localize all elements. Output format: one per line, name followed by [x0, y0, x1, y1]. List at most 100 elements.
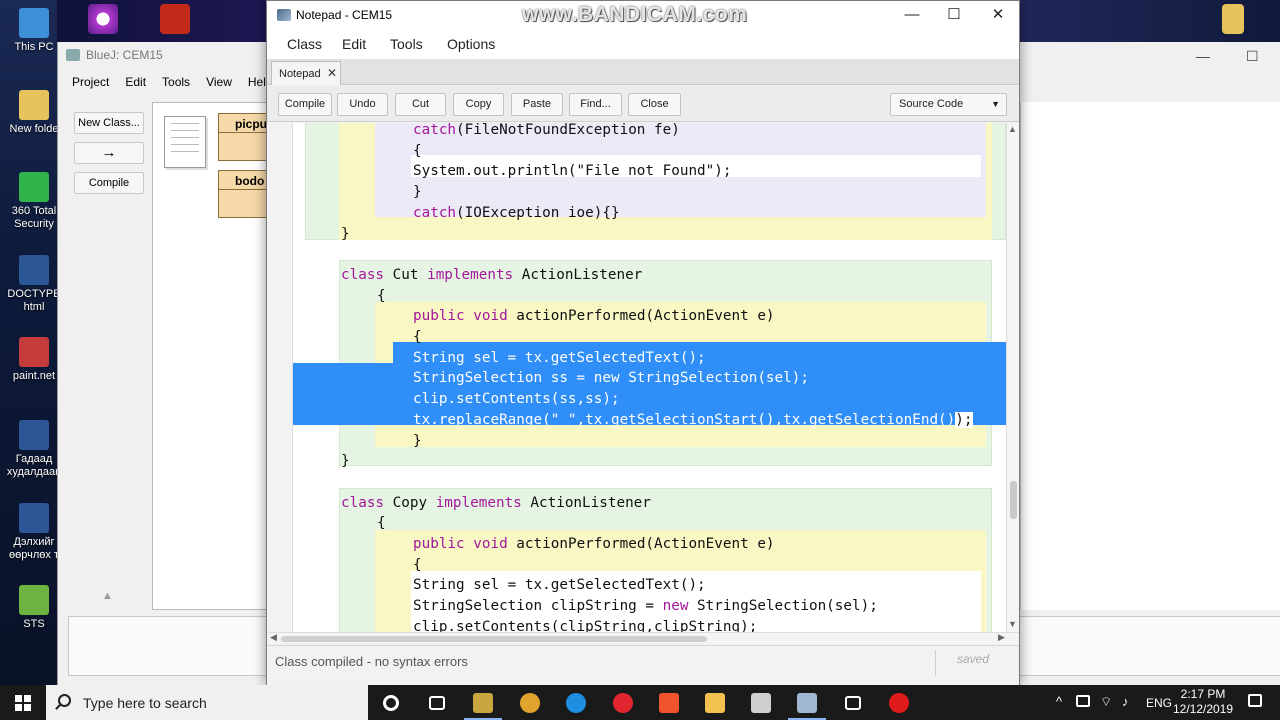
taskbar-app[interactable] [414, 685, 460, 720]
editor-toolbar: Compile Undo Cut Copy Paste Find... Clos… [267, 86, 1019, 122]
code-line[interactable]: public void actionPerformed(ActionEvent … [413, 306, 775, 326]
taskbar-app[interactable] [692, 685, 738, 720]
bluej-logo-icon [66, 49, 80, 61]
battery-icon[interactable] [1076, 695, 1090, 707]
computer-icon [19, 8, 49, 38]
tray-chevron-icon[interactable]: ^ [1056, 694, 1062, 720]
code-line[interactable]: String sel = tx.getSelectedText(); [413, 575, 706, 595]
code-line[interactable]: { [413, 327, 422, 347]
scrollbar-thumb[interactable] [1010, 481, 1017, 519]
code-token: actionPerformed(ActionEvent e) [507, 308, 775, 325]
taskbar-app[interactable] [553, 685, 599, 720]
code-editor[interactable]: catch(FileNotFoundException fe){System.o… [269, 123, 1019, 632]
taskbar-search[interactable]: Type here to search [46, 685, 368, 720]
code-line[interactable]: catch(FileNotFoundException fe) [413, 123, 680, 140]
desktop-app-icon[interactable] [88, 4, 118, 34]
start-button[interactable] [0, 685, 46, 720]
volume-icon[interactable]: ♪ [1122, 694, 1129, 720]
code-token: } [341, 453, 350, 470]
code-line[interactable]: } [413, 431, 422, 451]
taskbar-app[interactable] [830, 685, 876, 720]
code-line[interactable]: { [377, 513, 386, 533]
cut-button[interactable]: Cut [395, 93, 446, 116]
tab-close-icon[interactable]: ✕ [327, 66, 337, 80]
taskbar-app[interactable] [368, 685, 414, 720]
code-line[interactable]: { [413, 555, 422, 575]
network-icon[interactable]: ⌔ [1100, 694, 1112, 720]
view-select[interactable]: Source Code ▼ [890, 93, 1007, 116]
code-token: { [377, 287, 386, 304]
taskbar-app[interactable] [600, 685, 646, 720]
horizontal-scrollbar[interactable]: ◀ ▶ [269, 632, 1019, 644]
new-class-button[interactable]: New Class... [74, 112, 144, 134]
taskbar-app[interactable] [507, 685, 553, 720]
shield-plus-icon [19, 172, 49, 202]
bluej-menu-view[interactable]: View [206, 75, 232, 89]
scroll-left-icon[interactable]: ◀ [270, 632, 277, 643]
taskbar-app[interactable] [646, 685, 692, 720]
maximize-icon[interactable]: ☐ [931, 1, 977, 29]
code-line[interactable]: String sel = tx.getSelectedText(); [413, 348, 706, 368]
bluej-menu-project[interactable]: Project [72, 75, 109, 89]
code-token: clip.setContents(clipString,clipString); [413, 618, 758, 632]
language-indicator[interactable]: ENG [1146, 696, 1172, 720]
bluej-menu-tools[interactable]: Tools [162, 75, 190, 89]
clock[interactable]: 2:17 PM 12/12/2019 [1170, 687, 1236, 717]
close-button[interactable]: Close [628, 93, 681, 116]
bluej-compile-button[interactable]: Compile [74, 172, 144, 194]
vertical-scrollbar[interactable]: ▲ ▼ [1006, 123, 1019, 632]
scroll-down-icon[interactable]: ▼ [1008, 619, 1017, 629]
scrollbar-thumb[interactable] [281, 636, 707, 642]
code-line[interactable]: catch(IOException ioe){} [413, 203, 620, 223]
tab-notepad[interactable]: Notepad ✕ [271, 61, 341, 85]
find-button[interactable]: Find... [569, 93, 622, 116]
compile-button[interactable]: Compile [278, 93, 332, 116]
code-line[interactable]: } [413, 182, 422, 202]
taskbar-app[interactable] [784, 685, 830, 720]
scroll-right-icon[interactable]: ▶ [998, 632, 1005, 643]
scroll-up-icon[interactable]: ▲ [1008, 124, 1017, 134]
code-token: String sel = tx.getSelectedText(); [413, 577, 706, 594]
code-keyword: new [662, 598, 689, 615]
bluej-maximize-icon[interactable]: ☐ [1246, 48, 1259, 65]
code-line[interactable]: System.out.println("File not Found"); [413, 161, 731, 181]
paste-button[interactable]: Paste [511, 93, 563, 116]
code-line[interactable]: } [341, 451, 350, 471]
code-token: StringSelection(sel); [688, 598, 878, 615]
code-line[interactable]: clip.setContents(clipString,clipString); [413, 617, 757, 632]
taskbar-app[interactable] [738, 685, 784, 720]
desktop-app-icon[interactable] [160, 4, 190, 34]
code-line[interactable]: tx.replaceRange(" ",tx.getSelectionStart… [413, 410, 973, 430]
readme-note-icon[interactable] [164, 116, 206, 168]
menu-options[interactable]: Options [447, 36, 495, 52]
code-line[interactable]: clip.setContents(ss,ss); [413, 389, 620, 409]
code-token: StringSelection(sel); [619, 370, 809, 387]
code-line[interactable]: { [377, 286, 386, 306]
notifications-icon[interactable] [1248, 694, 1262, 707]
close-icon[interactable]: ✕ [975, 1, 1021, 29]
taskbar-app[interactable] [876, 685, 922, 720]
file-explorer-icon [705, 693, 725, 713]
cortana-circle-icon [383, 695, 399, 711]
undo-button[interactable]: Undo [337, 93, 388, 116]
desktop-app-icon[interactable] [1222, 4, 1244, 34]
code-line[interactable]: } [341, 224, 350, 244]
code-line[interactable]: StringSelection ss = new StringSelection… [413, 368, 809, 388]
menu-class[interactable]: Class [287, 36, 322, 52]
code-line[interactable]: class Copy implements ActionListener [341, 493, 651, 513]
code-line[interactable]: public void actionPerformed(ActionEvent … [413, 534, 775, 554]
uses-arrow-button[interactable]: → [74, 142, 144, 164]
edge-icon [566, 693, 586, 713]
bluej-minimize-icon[interactable]: — [1196, 48, 1210, 64]
code-line[interactable]: { [413, 141, 422, 161]
code-line[interactable]: StringSelection clipString = new StringS… [413, 596, 878, 616]
taskbar-app[interactable] [460, 685, 506, 720]
menu-tools[interactable]: Tools [390, 36, 423, 52]
bluej-menu-edit[interactable]: Edit [125, 75, 146, 89]
view-select-value: Source Code [899, 98, 964, 110]
bluej-app-icon [473, 693, 493, 713]
menu-edit[interactable]: Edit [342, 36, 366, 52]
copy-button[interactable]: Copy [453, 93, 504, 116]
minimize-icon[interactable]: — [889, 1, 935, 29]
code-line[interactable]: class Cut implements ActionListener [341, 265, 642, 285]
